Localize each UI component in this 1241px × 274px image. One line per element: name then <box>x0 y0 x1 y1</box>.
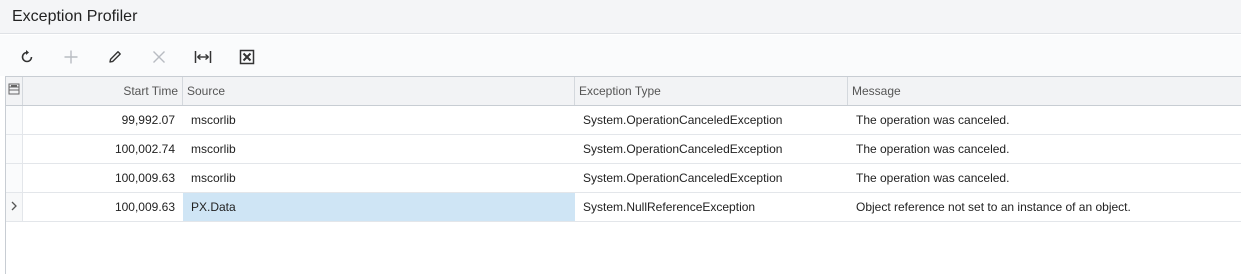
grid-settings-icon <box>8 83 20 95</box>
cell-exception-type[interactable]: System.OperationCanceledException <box>575 135 848 163</box>
fit-width-icon <box>194 51 212 63</box>
refresh-button[interactable] <box>15 45 39 69</box>
title-bar: Exception Profiler <box>0 0 1241 34</box>
page-title: Exception Profiler <box>12 8 138 25</box>
column-header-message[interactable]: Message <box>848 77 1241 105</box>
cell-source[interactable]: mscorlib <box>183 135 575 163</box>
excel-icon <box>239 49 255 65</box>
table-row[interactable]: 100,009.63 mscorlib System.OperationCanc… <box>6 164 1241 193</box>
table-row[interactable]: 100,002.74 mscorlib System.OperationCanc… <box>6 135 1241 164</box>
column-settings-button[interactable] <box>6 77 23 105</box>
cell-source[interactable]: mscorlib <box>183 164 575 192</box>
cell-message[interactable]: Object reference not set to an instance … <box>848 193 1241 221</box>
grid-header: Start Time Source Exception Type Message <box>6 77 1241 106</box>
cell-exception-type[interactable]: System.OperationCanceledException <box>575 164 848 192</box>
cell-start-time[interactable]: 100,002.74 <box>23 135 183 163</box>
cell-source[interactable]: PX.Data <box>183 193 575 221</box>
add-button[interactable] <box>59 45 83 69</box>
refresh-icon <box>21 50 33 63</box>
pencil-icon <box>109 51 121 63</box>
chevron-right-icon <box>11 201 17 211</box>
cell-start-time[interactable]: 100,009.63 <box>23 164 183 192</box>
cell-start-time[interactable]: 99,992.07 <box>23 106 183 134</box>
table-row-active[interactable]: 100,009.63 PX.Data System.NullReferenceE… <box>6 193 1241 222</box>
cell-source[interactable]: mscorlib <box>183 106 575 134</box>
cell-message[interactable]: The operation was canceled. <box>848 135 1241 163</box>
toolbar <box>0 35 1241 76</box>
column-header-exception-type[interactable]: Exception Type <box>575 77 848 105</box>
row-selector[interactable] <box>6 106 23 134</box>
fit-columns-button[interactable] <box>191 45 215 69</box>
row-selector[interactable] <box>6 135 23 163</box>
cell-start-time[interactable]: 100,009.63 <box>23 193 183 221</box>
cell-message[interactable]: The operation was canceled. <box>848 106 1241 134</box>
cell-exception-type[interactable]: System.NullReferenceException <box>575 193 848 221</box>
table-row[interactable]: 99,992.07 mscorlib System.OperationCance… <box>6 106 1241 135</box>
exception-grid: Start Time Source Exception Type Message… <box>5 76 1241 274</box>
column-header-source[interactable]: Source <box>183 77 575 105</box>
row-selector[interactable] <box>6 193 23 221</box>
cell-message[interactable]: The operation was canceled. <box>848 164 1241 192</box>
export-excel-button[interactable] <box>235 45 259 69</box>
cell-exception-type[interactable]: System.OperationCanceledException <box>575 106 848 134</box>
plus-icon <box>64 50 78 64</box>
column-header-start-time[interactable]: Start Time <box>23 77 183 105</box>
edit-button[interactable] <box>103 45 127 69</box>
row-selector[interactable] <box>6 164 23 192</box>
close-icon <box>153 51 165 63</box>
delete-button[interactable] <box>147 45 171 69</box>
